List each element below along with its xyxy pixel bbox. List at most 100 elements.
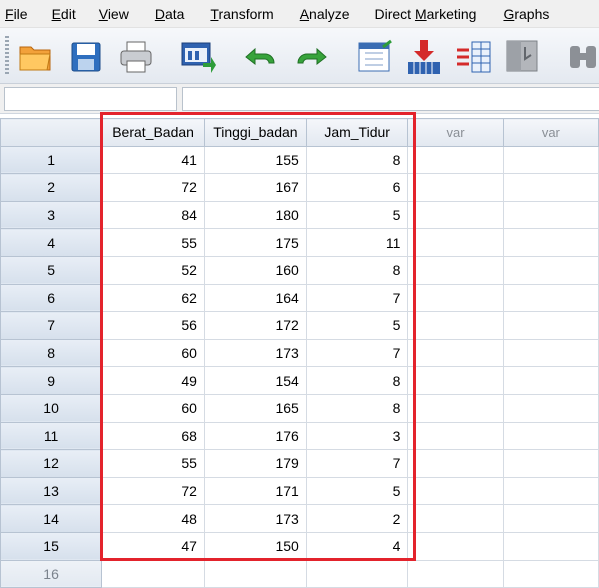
data-cell[interactable]: 72 xyxy=(101,173,205,202)
data-cell[interactable]: 68 xyxy=(101,421,205,451)
empty-cell[interactable] xyxy=(407,228,504,257)
empty-cell[interactable] xyxy=(502,559,599,588)
empty-cell[interactable] xyxy=(407,476,504,506)
data-cell[interactable]: 62 xyxy=(101,283,205,313)
data-cell[interactable]: 52 xyxy=(101,255,205,285)
empty-cell[interactable] xyxy=(502,393,599,423)
column-header-jam-tidur[interactable]: Jam_Tidur xyxy=(305,118,409,147)
data-cell[interactable]: 48 xyxy=(101,504,205,533)
empty-cell[interactable] xyxy=(407,200,504,230)
data-cell[interactable] xyxy=(305,559,409,588)
data-cell[interactable]: 55 xyxy=(101,449,205,478)
data-cell[interactable]: 60 xyxy=(101,338,205,368)
data-cell[interactable]: 160 xyxy=(203,255,307,285)
data-cell[interactable]: 175 xyxy=(203,228,307,257)
empty-cell[interactable] xyxy=(502,228,599,257)
menu-data[interactable]: Data xyxy=(129,0,185,28)
row-number[interactable]: 8 xyxy=(0,338,103,368)
empty-cell[interactable] xyxy=(407,504,504,533)
data-cell[interactable]: 8 xyxy=(305,255,409,285)
goto-case-icon[interactable] xyxy=(355,37,395,77)
open-folder-icon[interactable] xyxy=(16,37,56,77)
data-cell[interactable]: 5 xyxy=(305,476,409,506)
data-cell[interactable]: 7 xyxy=(305,338,409,368)
data-cell[interactable]: 55 xyxy=(101,228,205,257)
save-icon[interactable] xyxy=(66,37,106,77)
data-cell[interactable] xyxy=(101,559,205,588)
row-number[interactable]: 6 xyxy=(0,283,103,313)
redo-icon[interactable] xyxy=(292,37,332,77)
row-number[interactable]: 14 xyxy=(0,504,103,533)
empty-cell[interactable] xyxy=(502,531,599,561)
menu-direct-marketing[interactable]: Direct Marketing xyxy=(350,0,477,28)
goto-variable-icon[interactable] xyxy=(404,37,444,77)
data-cell[interactable]: 180 xyxy=(203,200,307,230)
empty-cell[interactable] xyxy=(407,338,504,368)
empty-cell[interactable] xyxy=(407,421,504,451)
empty-cell[interactable] xyxy=(407,531,504,561)
data-cell[interactable]: 155 xyxy=(203,145,307,175)
empty-cell[interactable] xyxy=(407,449,504,478)
empty-cell[interactable] xyxy=(502,311,599,340)
data-cell[interactable]: 41 xyxy=(101,145,205,175)
empty-cell[interactable] xyxy=(502,449,599,478)
data-cell[interactable]: 173 xyxy=(203,504,307,533)
data-cell[interactable]: 47 xyxy=(101,531,205,561)
data-cell[interactable]: 49 xyxy=(101,366,205,395)
data-cell[interactable]: 7 xyxy=(305,449,409,478)
empty-cell[interactable] xyxy=(502,145,599,175)
empty-cell[interactable] xyxy=(502,283,599,313)
row-number[interactable]: 10 xyxy=(0,393,103,423)
data-cell[interactable]: 84 xyxy=(101,200,205,230)
menu-file[interactable]: File xyxy=(0,0,28,28)
menu-transform[interactable]: Transform xyxy=(184,0,273,28)
menu-analyze[interactable]: Analyze xyxy=(274,0,350,28)
data-cell[interactable]: 3 xyxy=(305,421,409,451)
data-cell[interactable]: 173 xyxy=(203,338,307,368)
row-number[interactable]: 3 xyxy=(0,200,103,230)
data-cell[interactable]: 7 xyxy=(305,283,409,313)
row-number[interactable]: 1 xyxy=(0,145,103,175)
empty-cell[interactable] xyxy=(502,366,599,395)
empty-cell[interactable] xyxy=(407,283,504,313)
data-cell[interactable]: 2 xyxy=(305,504,409,533)
data-cell[interactable]: 179 xyxy=(203,449,307,478)
data-cell[interactable]: 5 xyxy=(305,200,409,230)
row-number[interactable]: 2 xyxy=(0,173,103,202)
row-number[interactable]: 16 xyxy=(0,559,103,588)
toolbar-grip[interactable] xyxy=(5,36,9,76)
row-number[interactable]: 12 xyxy=(0,449,103,478)
empty-cell[interactable] xyxy=(502,338,599,368)
recall-dialog-icon[interactable] xyxy=(179,37,219,77)
data-cell[interactable]: 8 xyxy=(305,145,409,175)
row-number[interactable]: 13 xyxy=(0,476,103,506)
data-cell[interactable] xyxy=(203,559,307,588)
row-number[interactable]: 7 xyxy=(0,311,103,340)
data-cell[interactable]: 154 xyxy=(203,366,307,395)
undo-icon[interactable] xyxy=(240,37,280,77)
row-number[interactable]: 4 xyxy=(0,228,103,257)
data-cell[interactable]: 5 xyxy=(305,311,409,340)
data-cell[interactable]: 72 xyxy=(101,476,205,506)
data-cell[interactable]: 11 xyxy=(305,228,409,257)
print-icon[interactable] xyxy=(116,37,156,77)
data-cell[interactable]: 171 xyxy=(203,476,307,506)
cell-value-field[interactable] xyxy=(182,87,599,111)
menu-graphs[interactable]: Graphs xyxy=(476,0,549,28)
data-cell[interactable]: 150 xyxy=(203,531,307,561)
data-cell[interactable]: 176 xyxy=(203,421,307,451)
column-header-var[interactable]: var xyxy=(407,118,504,147)
data-cell[interactable]: 8 xyxy=(305,393,409,423)
data-cell[interactable]: 56 xyxy=(101,311,205,340)
data-cell[interactable]: 60 xyxy=(101,393,205,423)
empty-cell[interactable] xyxy=(502,476,599,506)
menu-edit[interactable]: Edit xyxy=(28,0,76,28)
run-descriptives-icon[interactable] xyxy=(503,37,543,77)
variables-icon[interactable] xyxy=(454,37,494,77)
data-cell[interactable]: 164 xyxy=(203,283,307,313)
empty-cell[interactable] xyxy=(407,145,504,175)
column-header-tinggi-badan[interactable]: Tinggi_badan xyxy=(203,118,307,147)
empty-cell[interactable] xyxy=(407,255,504,285)
data-cell[interactable]: 167 xyxy=(203,173,307,202)
empty-cell[interactable] xyxy=(502,255,599,285)
